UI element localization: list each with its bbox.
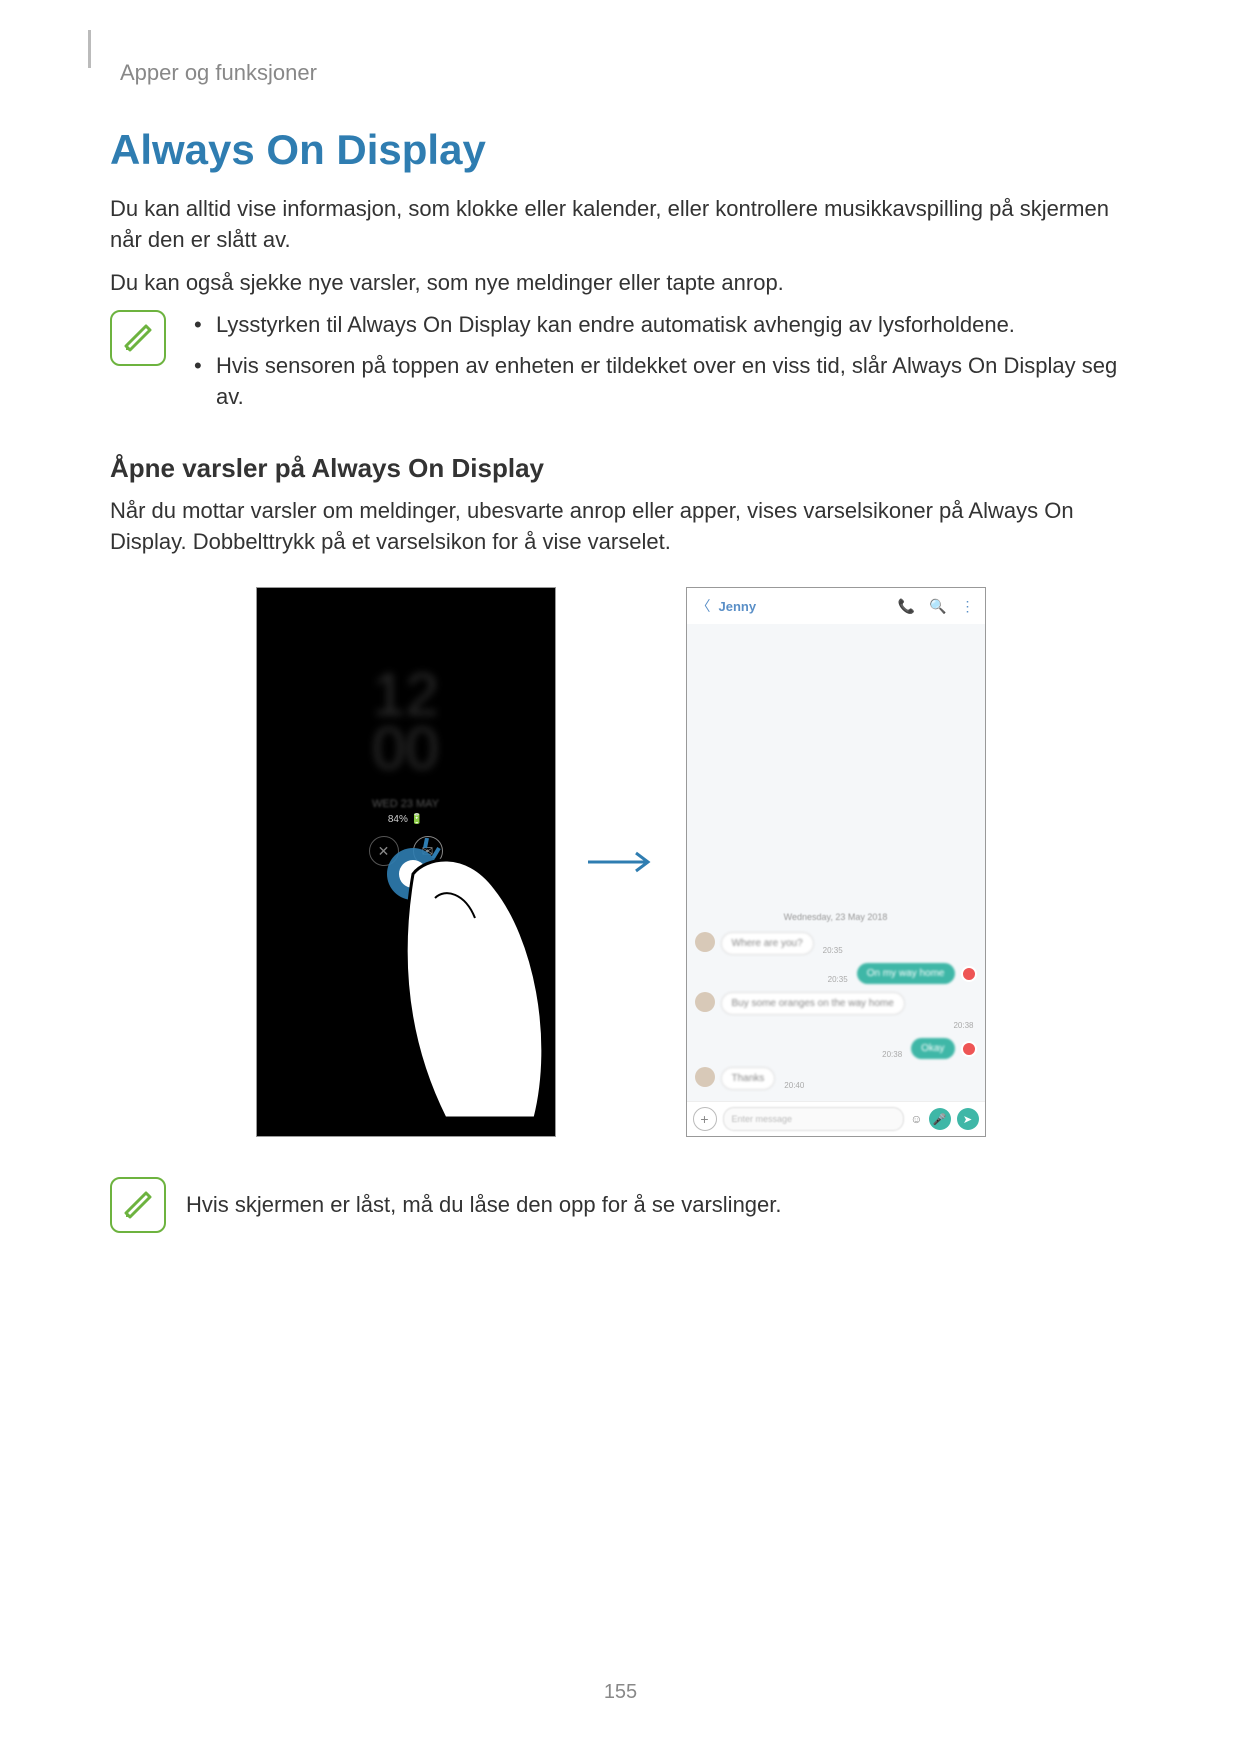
call-icon: 📞 [898,598,915,615]
aod-date: WED 23 MAY [257,798,555,810]
send-icon: ➤ [957,1108,979,1130]
note-block-2: Hvis skjermen er låst, må du låse den op… [110,1177,1131,1233]
missed-call-icon: ✕ [369,836,399,866]
voice-icon: 🎤 [929,1108,951,1130]
avatar [695,992,715,1012]
sub-paragraph-1: Når du mottar varsler om meldinger, ubes… [110,496,1131,558]
chat-date: Wednesday, 23 May 2018 [695,912,977,922]
chat-input-bar: + Enter message ☺ 🎤 ➤ [687,1101,985,1136]
add-attachment-icon: + [693,1107,717,1131]
arrow-right-icon [586,850,656,874]
note-block-1: Lysstyrken til Always On Display kan end… [110,310,1131,422]
aod-clock: 12 00 [257,668,555,776]
aod-screenshot: 12 00 WED 23 MAY 84% 🔋 ✕ ✉ [256,587,556,1137]
incoming-message: Where are you? [721,932,814,955]
note-text: Hvis skjermen er låst, må du låse den op… [186,1190,782,1221]
messages-screenshot: 〈 Jenny 📞 🔍 ⋮ Wednesday, 23 May 2018 Whe… [686,587,986,1137]
note-bullet-2: Hvis sensoren på toppen av enheten er ti… [186,351,1131,413]
search-icon: 🔍 [929,598,946,615]
page-title: Always On Display [110,126,1131,174]
incoming-message: Buy some oranges on the way home [721,992,905,1015]
message-input: Enter message [723,1107,905,1131]
outgoing-message: On my way home [857,963,955,984]
header-rule [88,30,91,68]
section-header: Apper og funksjoner [120,60,1131,86]
emoji-icon: ☺ [910,1112,922,1126]
note-icon [110,1177,166,1233]
intro-paragraph-2: Du kan også sjekke nye varsler, som nye … [110,268,1131,299]
chat-header: 〈 Jenny 📞 🔍 ⋮ [687,588,985,624]
outgoing-message: Okay [911,1038,954,1059]
avatar [695,932,715,952]
intro-paragraph-1: Du kan alltid vise informasjon, som klok… [110,194,1131,256]
unread-dot-icon [961,1041,977,1057]
aod-battery: 84% 🔋 [257,814,555,825]
double-tap-hand-icon [375,838,556,1137]
more-icon: ⋮ [961,598,975,615]
chat-contact-name: Jenny [719,599,884,614]
avatar [695,1067,715,1087]
incoming-message: Thanks [721,1067,776,1090]
chat-body: Wednesday, 23 May 2018 Where are you? 20… [687,624,985,1102]
back-icon: 〈 [697,596,711,616]
unread-dot-icon [961,966,977,982]
note-icon [110,310,166,366]
page-number: 155 [0,1681,1241,1704]
aod-notification-icons: ✕ ✉ [257,836,555,866]
subheading: Åpne varsler på Always On Display [110,453,1131,484]
note-bullet-1: Lysstyrken til Always On Display kan end… [186,310,1131,341]
figure: 12 00 WED 23 MAY 84% 🔋 ✕ ✉ [110,587,1131,1137]
message-icon: ✉ [413,836,443,866]
